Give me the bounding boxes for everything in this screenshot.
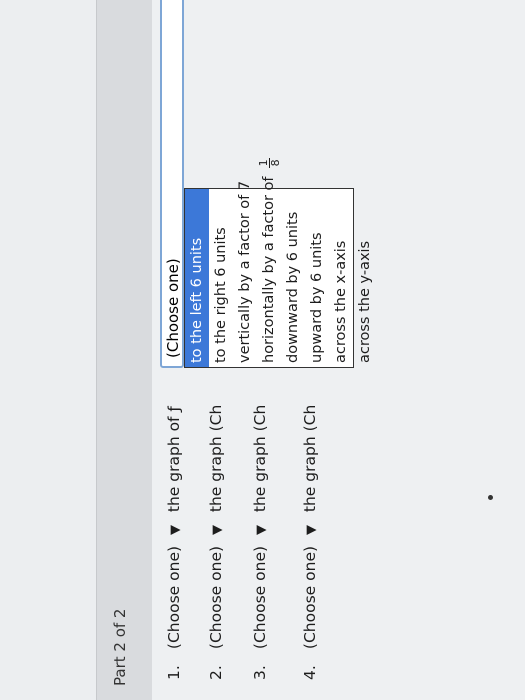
fraction: 1 8 (256, 157, 282, 168)
page-title: Part 2 of 2 (111, 608, 129, 686)
question-row-2: 2. (Choose one) ▼ the graph (Ch (204, 405, 228, 680)
row-text: the graph (301, 436, 319, 513)
dropdown-option[interactable]: downward by 6 units (281, 189, 305, 367)
dropdown-option[interactable]: upward by 6 units (305, 189, 329, 367)
triangle-down-icon[interactable]: ▼ (250, 525, 274, 535)
question-area: 1. (Choose one) ▼ the graph of ƒ 2. (Cho… (152, 0, 525, 700)
triangle-down-icon[interactable]: ▼ (300, 525, 324, 535)
row-text: the graph (251, 436, 269, 513)
choose-one-select[interactable]: (Choose one) (162, 546, 186, 649)
triangle-down-icon[interactable]: ▼ (164, 525, 188, 535)
cursor-dot (488, 495, 493, 500)
triangle-down-icon[interactable]: ▼ (206, 525, 230, 535)
row-text: the graph (207, 436, 225, 513)
dropdown-option[interactable]: across the y-axis (353, 189, 377, 367)
choose-one-select[interactable]: (Choose one) (204, 546, 228, 649)
question-row-1: 1. (Choose one) ▼ the graph of ƒ (162, 406, 186, 680)
dropdown-current: (Choose one) (164, 258, 182, 358)
dropdown-menu: to the left 6 units to the right 6 units… (184, 157, 373, 368)
choose-one-select[interactable]: (Choose one) (248, 546, 272, 649)
rotated-screen: Part 2 of 2 1. (Choose one) ▼ the graph … (0, 0, 525, 700)
dropdown-option[interactable]: to the left 6 units (185, 189, 209, 367)
dropdown-option[interactable]: to the right 6 units (209, 189, 233, 367)
dropdown-option-fraction[interactable]: horizontally by a factor of 1 8 (257, 157, 282, 367)
dropdown-option[interactable]: vertically by a factor of 7 (233, 181, 257, 367)
open-dropdown[interactable]: (Choose one) ▼ (160, 0, 184, 368)
top-area (0, 0, 96, 700)
dropdown-option[interactable]: across the x-axis (329, 189, 353, 367)
fraction-numerator: 1 (256, 159, 270, 167)
row-text: the graph of ƒ (165, 406, 183, 513)
row-suffix[interactable]: (Ch (301, 405, 319, 432)
part-header: Part 2 of 2 (96, 0, 154, 700)
option-text: horizontally by a factor of (261, 176, 277, 364)
row-suffix[interactable]: (Ch (251, 405, 269, 432)
question-row-3: 3. (Choose one) ▼ the graph (Ch (248, 405, 272, 680)
row-number: 4. (301, 665, 319, 680)
row-number: 2. (207, 665, 225, 680)
choose-one-select[interactable]: (Choose one) (298, 546, 322, 649)
row-number: 3. (251, 665, 269, 680)
fraction-denominator: 8 (268, 159, 282, 167)
row-number: 1. (165, 665, 183, 680)
row-suffix[interactable]: (Ch (207, 405, 225, 432)
question-row-4: 4. (Choose one) ▼ the graph (Ch (298, 405, 322, 680)
